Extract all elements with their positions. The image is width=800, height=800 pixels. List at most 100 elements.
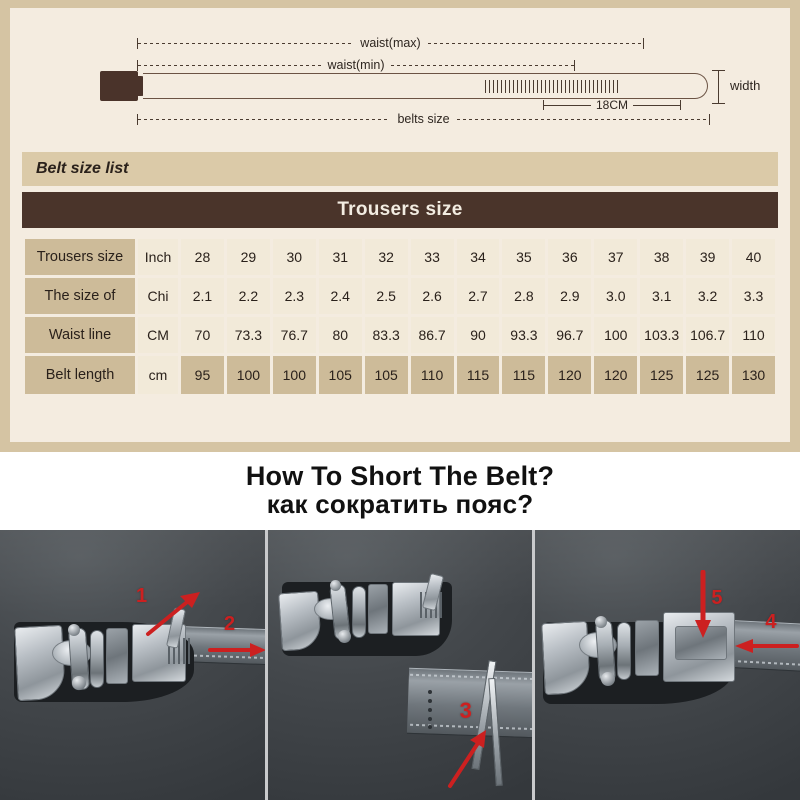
row-unit-chi: Chi: [138, 278, 178, 314]
row-unit-cm: CM: [138, 317, 178, 353]
dimension-tick-right: [680, 100, 682, 110]
cell: 2.6: [410, 278, 454, 314]
cell: 100: [226, 356, 270, 394]
annotation-number-3: 3: [459, 698, 472, 723]
buckle-mid-plate: [635, 620, 660, 676]
size-chart-inner: waist(max) waist(min) 18CM width belts s…: [10, 8, 790, 442]
belt-size-list-header: Belt size list: [22, 152, 778, 186]
dimension-label-waist-max: waist(max): [360, 35, 421, 50]
cell: 2.1: [181, 278, 224, 314]
cell: 83.3: [364, 317, 408, 353]
buckle-cover-inset: [675, 626, 728, 660]
dimension-line-left: [138, 118, 391, 120]
cell: 2.3: [272, 278, 316, 314]
instruction-photo-strip: 1 2 3 5 4: [0, 530, 800, 800]
cell: 34: [456, 239, 500, 275]
dimension-tick-right: [574, 59, 576, 71]
trousers-size-title-bar: Trousers size: [22, 192, 778, 228]
cell: 35: [502, 239, 546, 275]
cell: 3.1: [640, 278, 684, 314]
cell: 38: [640, 239, 684, 275]
cell: 95: [181, 356, 224, 394]
cell: 2.2: [226, 278, 270, 314]
cell: 125: [640, 356, 684, 394]
cell: 2.9: [548, 278, 592, 314]
dimension-line-left: [544, 104, 591, 106]
howto-title-english: How To Short The Belt?: [245, 460, 555, 491]
dimension-line-right: [427, 42, 644, 44]
table-row: Belt length cm 95 100 100 105 105 110 11…: [25, 356, 775, 394]
cell: 36: [548, 239, 592, 275]
dimension-cap-bottom: [712, 103, 725, 104]
row-label-trousers-size: Trousers size: [25, 239, 135, 275]
row-label-belt-length: Belt length: [25, 356, 135, 394]
howto-title-block: How To Short The Belt? как сократить поя…: [0, 452, 800, 530]
dimension-tip-length: 18CM: [543, 98, 682, 112]
cell: 125: [686, 356, 730, 394]
cell: 31: [318, 239, 362, 275]
belt-strap-shape: [143, 73, 708, 99]
dimension-label-tip-length: 18CM: [596, 98, 629, 112]
cell: 106.7: [686, 317, 730, 353]
buckle-roller-2: [617, 622, 632, 680]
belt-size-list-label: Belt size list: [36, 160, 129, 177]
size-table: Trousers size Inch 28 29 30 31 32 33 34 …: [22, 236, 778, 397]
howto-title-russian: как сократить пояс?: [266, 489, 534, 520]
cell: 120: [594, 356, 638, 394]
buckle-pin-top: [68, 624, 80, 636]
instruction-photo-2: 3: [267, 530, 533, 800]
cell: 30: [272, 239, 316, 275]
cell: 76.7: [272, 317, 316, 353]
belt-hole-marks-icon: [427, 690, 432, 729]
table-row: The size of Chi 2.1 2.2 2.3 2.4 2.5 2.6 …: [25, 278, 775, 314]
row-unit-inch: Inch: [138, 239, 178, 275]
cell: 86.7: [410, 317, 454, 353]
dimension-waist-max: waist(max): [137, 35, 645, 50]
annotation-number-1: 1: [136, 585, 148, 607]
cell: 32: [364, 239, 408, 275]
cell: 2.4: [318, 278, 362, 314]
cell: 120: [548, 356, 592, 394]
cell: 103.3: [640, 317, 684, 353]
buckle-pin-bottom: [337, 630, 351, 643]
buckle-mid-plate: [106, 628, 128, 684]
trousers-size-title: Trousers size: [337, 199, 463, 220]
cell: 90: [456, 317, 500, 353]
table-row: Trousers size Inch 28 29 30 31 32 33 34 …: [25, 239, 775, 275]
cell: 93.3: [502, 317, 546, 353]
dimension-tick-right: [709, 113, 711, 125]
buckle-pin-bottom: [72, 676, 86, 690]
annotation-number-5: 5: [711, 587, 723, 609]
cell: 39: [686, 239, 730, 275]
cell: 115: [502, 356, 546, 394]
cell: 40: [732, 239, 775, 275]
cell: 130: [732, 356, 775, 394]
dimension-label-belts-size: belts size: [397, 111, 450, 126]
dimension-line-right: [633, 104, 681, 106]
row-label-waist-line: Waist line: [25, 317, 135, 353]
cell: 2.5: [364, 278, 408, 314]
cell: 33: [410, 239, 454, 275]
cell: 28: [181, 239, 224, 275]
cell: 96.7: [548, 317, 592, 353]
row-label-size-of: The size of: [25, 278, 135, 314]
buckle-pin-top: [329, 580, 341, 591]
cell: 73.3: [226, 317, 270, 353]
dimension-width: width: [710, 70, 770, 104]
dimension-line-left: [138, 42, 354, 44]
dimension-line-vertical: [718, 70, 719, 104]
cell: 2.7: [456, 278, 500, 314]
dimension-line-left: [138, 64, 321, 66]
size-chart-card: waist(max) waist(min) 18CM width belts s…: [0, 0, 800, 452]
dimension-belts-size: belts size: [137, 111, 711, 126]
dimension-tick-right: [643, 37, 645, 49]
dimension-line-right: [456, 118, 710, 120]
cell: 2.8: [502, 278, 546, 314]
row-unit-cm-lower: cm: [138, 356, 178, 394]
instruction-photo-3: 5 4: [535, 530, 800, 800]
dimension-line-right: [391, 64, 575, 66]
table-row: Waist line CM 70 73.3 76.7 80 83.3 86.7 …: [25, 317, 775, 353]
cell: 110: [732, 317, 775, 353]
cell: 80: [318, 317, 362, 353]
cell: 3.0: [594, 278, 638, 314]
